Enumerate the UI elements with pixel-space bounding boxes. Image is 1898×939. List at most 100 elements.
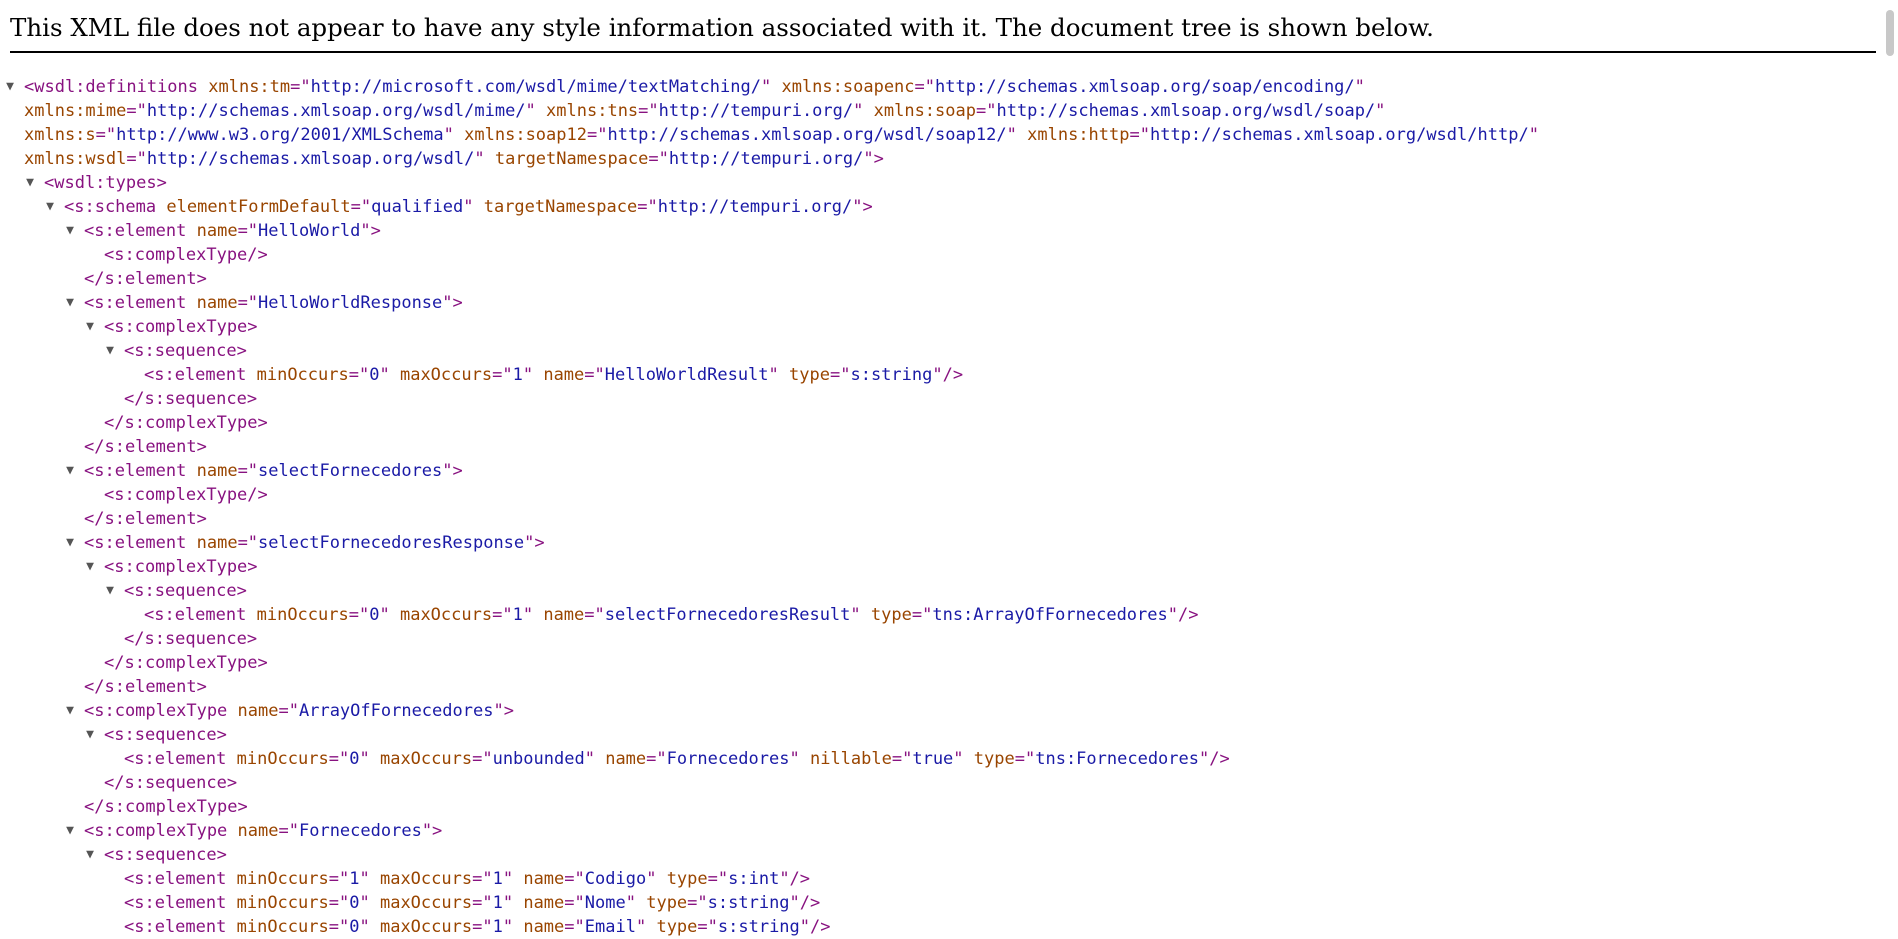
tag-markup: <s:element (144, 605, 247, 625)
collapse-toggle-icon[interactable]: ▼ (20, 171, 40, 195)
tag-markup: =" (348, 365, 370, 385)
header-divider (10, 51, 1876, 53)
attribute-value: Fornecedores (298, 821, 422, 841)
tag-markup: " (443, 125, 454, 145)
tag-markup: <s:element (124, 749, 227, 769)
xml-line-text: <s:sequence> (124, 339, 247, 363)
attribute-name: xmlns:mime (24, 101, 127, 121)
attribute-value: tns:ArrayOfFornecedores (932, 605, 1168, 625)
tag-markup: =" (328, 749, 350, 769)
tag-markup: =" (492, 365, 513, 385)
attribute-name: maxOccurs (379, 893, 473, 913)
attribute-name: name (237, 821, 279, 841)
xml-line: <s:element minOccurs="1" maxOccurs="1" n… (0, 867, 1878, 891)
tag-markup: <s:element (124, 917, 227, 937)
attribute-name: name (523, 917, 565, 937)
xml-line: <s:element minOccurs="0" maxOccurs="1" n… (0, 915, 1878, 939)
tag-markup: " (379, 365, 390, 385)
attribute-name: name (523, 893, 565, 913)
tag-markup: =" (278, 821, 299, 841)
collapse-toggle-icon[interactable]: ▼ (60, 291, 80, 315)
xml-line: xmlns:wsdl="http://schemas.xmlsoap.org/w… (0, 147, 1878, 171)
attribute-value: ArrayOfFornecedores (298, 701, 494, 721)
tag-markup: " (522, 365, 534, 385)
tag-markup: </s:sequence> (104, 773, 238, 793)
collapse-toggle-icon[interactable]: ▼ (60, 459, 80, 483)
tag-markup: " (853, 101, 864, 121)
attribute-name: xmlns:tm (208, 77, 291, 97)
xml-line: xmlns:s="http://www.w3.org/2001/XMLSchem… (0, 123, 1878, 147)
tag-markup: "/> (1199, 749, 1230, 769)
xml-line-text: <s:element minOccurs="1" maxOccurs="1" n… (124, 867, 810, 891)
collapse-toggle-icon[interactable]: ▼ (60, 699, 80, 723)
attribute-name: xmlns:soap (873, 101, 976, 121)
tag-markup: =" (564, 869, 585, 889)
collapse-toggle-icon[interactable]: ▼ (80, 843, 100, 867)
attribute-value: 1 (512, 365, 523, 385)
attribute-name: xmlns:tns (546, 101, 639, 121)
attribute-name: xmlns:soap12 (464, 125, 587, 145)
vertical-scrollbar[interactable] (1881, 0, 1898, 933)
tag-markup: =" (648, 149, 669, 169)
tag-markup: =" (564, 917, 585, 937)
tag-markup: =" (911, 605, 933, 625)
tag-markup: " (850, 605, 861, 625)
tag-markup: =" (328, 893, 350, 913)
tag-markup: <s:element (84, 533, 187, 553)
xml-line: <s:complexType/> (0, 483, 1878, 507)
collapse-toggle-icon[interactable]: ▼ (60, 819, 80, 843)
collapse-toggle-icon[interactable]: ▼ (80, 723, 100, 747)
xml-line-text: </s:sequence> (104, 771, 237, 795)
collapse-toggle-icon[interactable]: ▼ (0, 75, 20, 99)
scrollbar-thumb[interactable] (1886, 10, 1894, 56)
tag-markup: </s:element> (84, 509, 207, 529)
collapse-toggle-icon[interactable]: ▼ (40, 195, 60, 219)
tag-markup: " (1375, 101, 1386, 121)
tag-markup: "> (524, 533, 545, 553)
xml-line: ▼ <s:element name="selectFornecedores"> (0, 459, 1878, 483)
xml-line-text: <s:complexType> (104, 315, 258, 339)
tag-markup: <s:complexType (84, 821, 228, 841)
tag-markup: =" (829, 365, 851, 385)
tag-markup: =" (126, 149, 147, 169)
attribute-value: http://microsoft.com/wsdl/mime/textMatch… (310, 77, 761, 97)
tag-markup: <s:element (84, 461, 187, 481)
collapse-toggle-icon[interactable]: ▼ (80, 315, 100, 339)
xml-line-text: <s:element minOccurs="0" maxOccurs="1" n… (144, 363, 963, 387)
attribute-value: tns:Fornecedores (1035, 749, 1199, 769)
tag-markup: <s:sequence> (104, 725, 227, 745)
collapse-toggle-icon[interactable]: ▼ (100, 579, 120, 603)
attribute-value: 0 (349, 893, 360, 913)
xml-line-text: <s:sequence> (104, 723, 227, 747)
collapse-toggle-icon[interactable]: ▼ (60, 219, 80, 243)
collapse-toggle-icon[interactable]: ▼ (80, 555, 100, 579)
tag-markup: <s:complexType> (104, 557, 258, 577)
xml-line: ▼ <wsdl:definitions xmlns:tm="http://micr… (0, 75, 1878, 99)
collapse-toggle-icon[interactable]: ▼ (60, 531, 80, 555)
xml-line-text: xmlns:s="http://www.w3.org/2001/XMLSchem… (24, 123, 1539, 147)
collapse-toggle-icon[interactable]: ▼ (100, 339, 120, 363)
attribute-value: HelloWorldResult (604, 365, 769, 385)
attribute-value: 1 (512, 605, 523, 625)
xml-line-text: <s:element minOccurs="0" maxOccurs="1" n… (124, 915, 831, 939)
tag-markup: </s:sequence> (124, 389, 258, 409)
tag-markup: " (502, 917, 514, 937)
tag-markup: "/> (1167, 605, 1199, 625)
attribute-name: name (196, 221, 238, 241)
